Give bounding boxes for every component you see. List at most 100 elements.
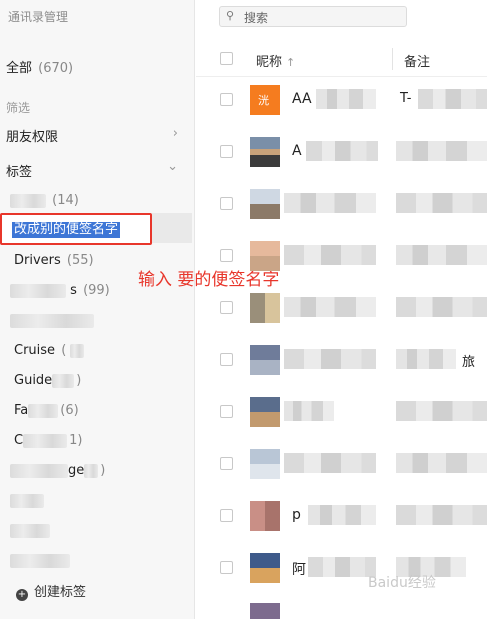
blurred-text [396,349,456,369]
blurred-text [10,193,46,208]
tag-item[interactable]: Drivers (55) [14,253,94,268]
blurred-text [396,401,487,421]
blurred-text [396,245,487,265]
plus-icon: + [16,589,28,601]
tag-item[interactable]: Cruise ( [14,343,85,358]
row-checkbox[interactable] [220,145,233,158]
all-label: 全部 [6,61,33,76]
table-row[interactable]: p [196,491,487,543]
tag-item[interactable]: (14) [10,193,79,208]
search-box[interactable]: ⚲ [219,6,407,27]
table-row[interactable] [196,179,487,231]
blurred-text [284,193,376,213]
blurred-text [10,283,66,298]
edit-field-background [152,213,192,243]
blurred-text [284,297,376,317]
blurred-text [396,453,487,473]
remark: 旅 [462,355,476,370]
blurred-text [10,463,68,478]
blurred-text [10,523,50,538]
search-input[interactable] [242,9,396,26]
sort-arrow-icon: ↑ [286,56,296,69]
row-checkbox[interactable] [220,197,233,210]
nickname: A [292,143,302,159]
row-checkbox[interactable] [220,561,233,574]
row-checkbox[interactable] [220,509,233,522]
row-checkbox[interactable] [220,93,233,106]
column-header-nickname[interactable]: 昵称 ↑ [256,51,295,70]
blurred-text [23,433,68,448]
avatar [250,241,280,271]
table-row[interactable]: 洸 AA T- [196,75,487,127]
blurred-text [70,343,85,358]
table-row[interactable]: A [196,127,487,179]
tag-item[interactable] [10,523,50,538]
tag-item[interactable]: s (99) [10,283,110,298]
blurred-text [10,553,70,568]
create-tag-button[interactable]: + 创建标签 [16,581,86,601]
sidebar: 通讯录管理 全部 (670) 筛选 朋友权限 › 标签 ⌄ (14) Drive… [0,0,195,619]
blurred-text [84,463,99,478]
table-row[interactable] [196,387,487,439]
tag-name-edit-field[interactable]: 改成别的便签名字 [0,213,152,245]
select-all-checkbox[interactable] [220,52,233,65]
blurred-text [316,89,376,109]
sidebar-item-all[interactable]: 全部 (670) [6,57,73,76]
tags-label: 标签 [6,165,33,180]
avatar [250,603,280,619]
table-row[interactable] [196,283,487,335]
sidebar-item-friend-permissions[interactable]: 朋友权限 › [6,126,188,145]
remark: T- [400,91,412,106]
avatar [250,553,280,583]
blurred-text [28,403,59,418]
table-row[interactable] [196,595,487,619]
table-row[interactable]: 阿 [196,543,487,595]
avatar [250,501,280,531]
tag-item[interactable]: ge) [10,463,105,478]
avatar [250,397,280,427]
friend-permissions-label: 朋友权限 [6,130,59,145]
blurred-text [308,557,376,577]
tag-item[interactable]: C 1) [14,433,82,448]
row-checkbox[interactable] [220,301,233,314]
blurred-text [284,401,334,421]
blurred-text [396,297,487,317]
blurred-text [10,493,44,508]
avatar [250,189,280,219]
table-row[interactable] [196,231,487,283]
avatar [250,137,280,167]
column-header-remark[interactable]: 备注 [404,51,430,70]
filter-section-label: 筛选 [6,101,31,115]
tag-item[interactable] [10,313,94,328]
avatar [250,345,280,375]
tag-item[interactable]: Fa (6) [14,403,79,418]
blurred-text [284,453,376,473]
blurred-text [418,89,487,109]
row-checkbox[interactable] [220,457,233,470]
search-icon: ⚲ [226,9,235,22]
column-divider [392,48,393,70]
tag-item[interactable] [10,553,70,568]
nickname: 阿 [292,562,306,578]
tag-name-input[interactable]: 改成别的便签名字 [12,222,121,238]
blurred-text [284,349,376,369]
table-row[interactable]: 旅 [196,335,487,387]
app-title: 通讯录管理 [8,10,69,24]
table-row[interactable] [196,439,487,491]
watermark-text: Baidu经验 [368,575,436,591]
chevron-right-icon: › [172,126,178,141]
row-checkbox[interactable] [220,249,233,262]
blurred-text [396,141,487,161]
tag-item[interactable] [10,493,44,508]
sidebar-item-tags[interactable]: 标签 ⌄ [6,159,188,180]
blurred-text [284,245,376,265]
blurred-text [10,313,94,328]
tag-item[interactable]: Guide) [14,373,81,388]
blurred-text [396,193,487,213]
avatar [250,293,280,323]
row-checkbox[interactable] [220,353,233,366]
nickname: p [292,507,301,523]
blurred-text [396,505,487,525]
avatar: 洸 [250,85,280,115]
row-checkbox[interactable] [220,405,233,418]
